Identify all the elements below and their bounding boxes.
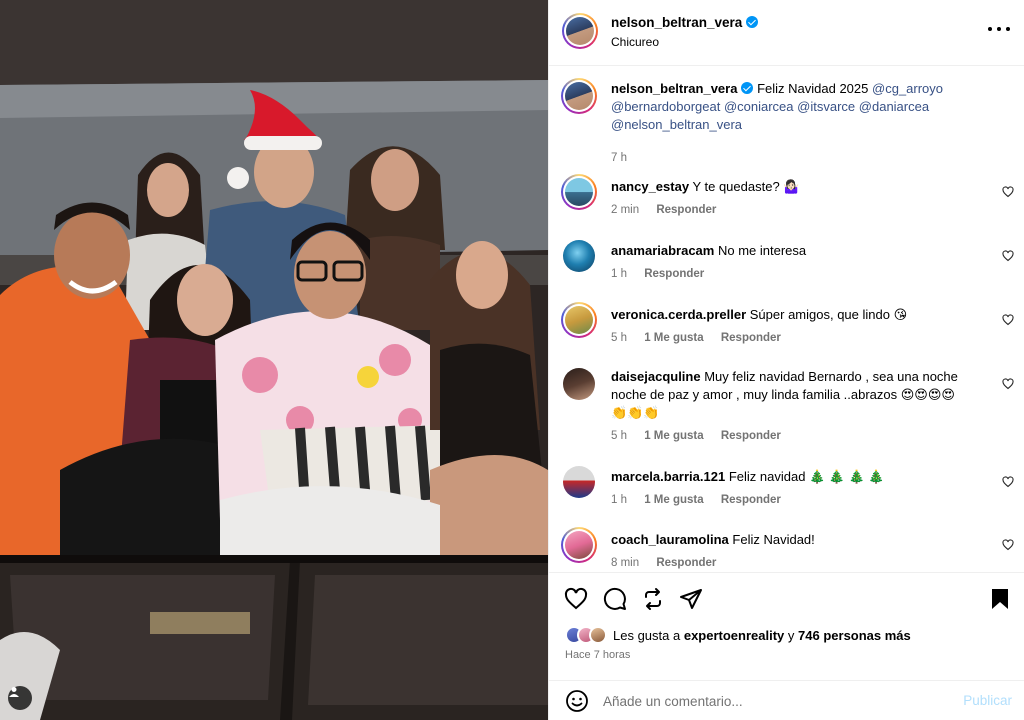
- caption-avatar[interactable]: [561, 78, 597, 114]
- comment-avatar[interactable]: [563, 368, 595, 400]
- comment-like-count[interactable]: 1 Me gusta: [644, 494, 703, 506]
- liker-username[interactable]: expertoenreality: [684, 628, 784, 643]
- caption-username[interactable]: nelson_beltran_vera: [611, 81, 737, 96]
- likes-connector: y: [787, 627, 795, 643]
- comment-time[interactable]: 1 h: [611, 268, 627, 280]
- comment-username[interactable]: anamariabracam: [611, 243, 714, 258]
- comment-avatar[interactable]: [561, 174, 597, 210]
- comment-time[interactable]: 5 h: [611, 430, 627, 442]
- comment-username[interactable]: nancy_estay: [611, 179, 689, 194]
- post-photo[interactable]: [0, 0, 548, 720]
- comment-text-block: coach_lauramolina Feliz Navidad!: [611, 531, 971, 549]
- caption-text: Feliz Navidad 2025: [757, 81, 869, 96]
- comment-text-block: daisejacquline Muy feliz navidad Bernard…: [611, 368, 971, 422]
- post-location[interactable]: Chicureo: [611, 35, 659, 49]
- verified-badge-icon: [746, 16, 759, 28]
- comment-text: Y te quedaste? 🤷🏻‍♀️: [692, 179, 800, 194]
- mention-link[interactable]: @nelson_beltran_vera: [611, 117, 742, 132]
- liker-avatar: [589, 626, 607, 644]
- family-photo-illustration: [0, 0, 548, 720]
- heart-icon[interactable]: [1002, 186, 1014, 198]
- comment-username[interactable]: veronica.cerda.preller: [611, 307, 746, 322]
- author-username[interactable]: nelson_beltran_vera: [611, 15, 759, 30]
- mention-link[interactable]: @daniarcea: [859, 99, 929, 114]
- comments-list[interactable]: nelson_beltran_vera Feliz Navidad 2025 @…: [549, 66, 1024, 572]
- instagram-post: nelson_beltran_vera Chicureo nelson_belt…: [0, 0, 1024, 720]
- comment-text-block: marcela.barria.121 Feliz navidad 🎄 🎄 🎄 🎄: [611, 468, 971, 486]
- comment-time[interactable]: 2 min: [611, 204, 639, 216]
- reply-button[interactable]: Responder: [721, 494, 781, 506]
- comment-avatar[interactable]: [563, 240, 595, 272]
- comment-text-block: anamariabracam No me interesa: [611, 242, 971, 260]
- comment-meta: 8 min Responder: [611, 557, 730, 569]
- comment-meta: 5 h 1 Me gusta Responder: [611, 430, 795, 442]
- more-horizontal-icon[interactable]: [988, 22, 1010, 36]
- comment-meta: 1 h 1 Me gusta Responder: [611, 494, 795, 506]
- reply-button[interactable]: Responder: [656, 204, 716, 216]
- comment-username[interactable]: marcela.barria.121: [611, 469, 725, 484]
- heart-icon[interactable]: [1002, 314, 1014, 326]
- reply-button[interactable]: Responder: [656, 557, 716, 569]
- comment-input[interactable]: [603, 690, 943, 712]
- comment-avatar[interactable]: [561, 302, 597, 338]
- comment-username[interactable]: daisejacquline: [611, 369, 701, 384]
- comment-time[interactable]: 5 h: [611, 332, 627, 344]
- heart-icon[interactable]: [1002, 378, 1014, 390]
- heart-icon[interactable]: [564, 587, 588, 611]
- likes-others-count[interactable]: 746 personas más: [798, 628, 911, 643]
- reply-button[interactable]: Responder: [644, 268, 704, 280]
- comment-avatar[interactable]: [563, 466, 595, 498]
- add-comment-bar: Publicar: [549, 680, 1024, 720]
- comment-meta: 2 min Responder: [611, 204, 730, 216]
- reply-button[interactable]: Responder: [721, 332, 781, 344]
- likes-prefix: Les gusta a: [613, 627, 681, 643]
- comment-avatar[interactable]: [561, 527, 597, 563]
- comment-time[interactable]: 1 h: [611, 494, 627, 506]
- comment-like-count[interactable]: 1 Me gusta: [644, 332, 703, 344]
- verified-badge-icon: [741, 82, 754, 94]
- caption-time[interactable]: 7 h: [611, 152, 627, 164]
- heart-icon[interactable]: [1002, 250, 1014, 262]
- post-actions: Les gusta a expertoenreality y 746 perso…: [549, 572, 1024, 680]
- send-icon[interactable]: [679, 587, 703, 611]
- comment-meta: 1 h Responder: [611, 268, 718, 280]
- post-timestamp[interactable]: Hace 7 horas: [565, 649, 630, 661]
- mention-link[interactable]: @itsvarce: [797, 99, 855, 114]
- likes-summary[interactable]: Les gusta a expertoenreality y 746 perso…: [565, 625, 911, 645]
- comment-time[interactable]: 8 min: [611, 557, 639, 569]
- heart-icon[interactable]: [1002, 476, 1014, 488]
- comment-text: Feliz Navidad!: [732, 532, 815, 547]
- post-header: nelson_beltran_vera Chicureo: [549, 0, 1024, 66]
- author-avatar[interactable]: [562, 13, 598, 49]
- heart-icon[interactable]: [1002, 539, 1014, 551]
- comment-text-block: nancy_estay Y te quedaste? 🤷🏻‍♀️: [611, 178, 971, 196]
- repost-icon[interactable]: [641, 587, 665, 611]
- comment-text: No me interesa: [717, 243, 807, 258]
- comment-text: Feliz navidad 🎄 🎄 🎄 🎄: [728, 469, 885, 484]
- caption-text-block: nelson_beltran_vera Feliz Navidad 2025 @…: [611, 80, 971, 134]
- mention-link[interactable]: @coniarcea: [724, 99, 794, 114]
- bookmark-icon[interactable]: [988, 587, 1012, 611]
- comment-meta: 5 h 1 Me gusta Responder: [611, 332, 795, 344]
- mention-link[interactable]: @bernardoborgeat: [611, 99, 720, 114]
- post-side-panel: nelson_beltran_vera Chicureo nelson_belt…: [548, 0, 1024, 720]
- comment-username[interactable]: coach_lauramolina: [611, 532, 729, 547]
- comment-text-block: veronica.cerda.preller Súper amigos, que…: [611, 306, 971, 324]
- publish-button[interactable]: Publicar: [963, 693, 1012, 708]
- emoji-icon[interactable]: [565, 689, 589, 713]
- comment-text: Súper amigos, que lindo 😘: [749, 307, 908, 322]
- comment-like-count[interactable]: 1 Me gusta: [644, 430, 703, 442]
- mention-link[interactable]: @cg_arroyo: [872, 81, 943, 96]
- reply-button[interactable]: Responder: [721, 430, 781, 442]
- caption-meta: 7 h: [611, 152, 641, 164]
- user-tag-icon[interactable]: [8, 686, 32, 710]
- comment-icon[interactable]: [603, 587, 627, 611]
